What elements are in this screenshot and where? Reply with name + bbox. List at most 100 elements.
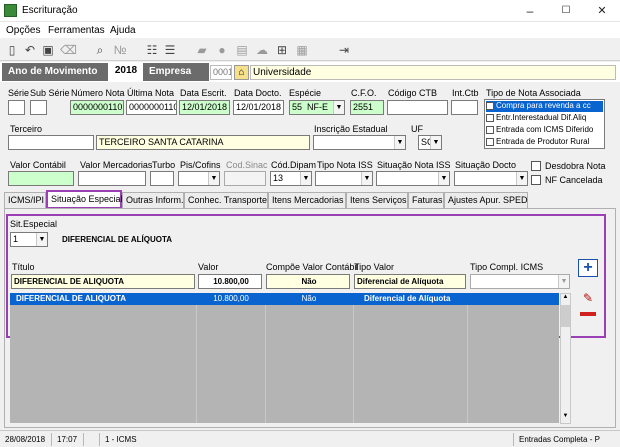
numero-nota-input[interactable]: 0000000110 <box>70 100 124 115</box>
desdobra-checkbox[interactable] <box>531 161 541 171</box>
checkbox-icon[interactable] <box>486 137 494 146</box>
subserie-input[interactable] <box>30 100 47 115</box>
tipo-nota-assoc-list[interactable]: Compra para revenda a cc Entr.Interestad… <box>484 99 605 149</box>
edit-icon[interactable]: ✎ <box>580 291 596 305</box>
new-icon[interactable]: ▯ <box>4 42 20 58</box>
tipo-nota-assoc-label: Tipo de Nota Associada <box>486 88 581 98</box>
delete-icon[interactable]: ⌫ <box>60 42 77 58</box>
tab-itens-mercadorias[interactable]: Itens Mercadorias <box>268 192 346 208</box>
data-escrit-input[interactable]: 12/01/2018 <box>179 100 230 115</box>
ano-value[interactable]: 2018 <box>109 64 141 80</box>
save-icon[interactable]: ▣ <box>40 42 56 58</box>
cashier-icon[interactable]: ⊞ <box>274 42 290 58</box>
tab-icms-ipi[interactable]: ICMS/IPI <box>4 192 46 208</box>
valor-contabil-input[interactable] <box>8 171 74 186</box>
list-item[interactable]: Entrada de Produtor Rural <box>486 137 603 148</box>
list-item[interactable]: Compra para revenda a cc <box>486 101 603 112</box>
minimize-button[interactable]: – <box>512 0 548 22</box>
subserie-label: Sub Série <box>30 88 70 98</box>
chevron-down-icon[interactable]: ▼ <box>438 172 449 185</box>
tab-ajustes-sped[interactable]: Ajustes Apur. SPED <box>444 192 528 208</box>
chevron-down-icon[interactable]: ▼ <box>394 136 405 149</box>
serie-input[interactable] <box>8 100 25 115</box>
apple-icon[interactable]: ● <box>214 42 230 58</box>
chevron-down-icon[interactable]: ▼ <box>558 275 569 288</box>
remove-icon[interactable] <box>580 312 596 316</box>
terceiro-label: Terceiro <box>10 124 43 134</box>
int-ctb-input[interactable] <box>451 100 478 115</box>
sit-especial-select[interactable]: 1 ▼ <box>10 232 48 247</box>
data-docto-input[interactable]: 12/01/2018 <box>233 100 284 115</box>
cfo-input[interactable]: 2551 <box>350 100 384 115</box>
chevron-down-icon[interactable]: ▼ <box>430 136 441 149</box>
grid-icon[interactable]: ▦ <box>294 42 310 58</box>
compoe-input[interactable]: Não <box>266 274 350 289</box>
nf-cancelada-checkbox[interactable] <box>531 175 541 185</box>
valor-mercadorias-label: Valor Mercadorias <box>80 160 153 170</box>
chevron-down-icon[interactable]: ▼ <box>36 233 47 246</box>
checkbox-icon[interactable] <box>486 113 494 122</box>
pis-cofins-select[interactable]: ▼ <box>178 171 220 186</box>
row-compoe: Não <box>301 294 317 303</box>
tipo-nota-iss-select[interactable]: ▼ <box>315 171 373 186</box>
list-icon[interactable]: ☰ <box>162 42 178 58</box>
situacao-nota-iss-select[interactable]: ▼ <box>376 171 450 186</box>
menu-ferramentas[interactable]: Ferramentas <box>48 25 105 36</box>
checkbox-icon[interactable] <box>486 101 494 110</box>
grid-line <box>196 305 197 423</box>
tab-situacao-especial[interactable]: Situação Especial <box>46 190 123 209</box>
compoe-label: Compõe Valor Contábil <box>266 262 359 272</box>
nfe-icon[interactable]: № <box>112 42 128 58</box>
especie-select[interactable]: 55 NF-E ▼ <box>289 100 345 115</box>
status-time: 17:07 <box>54 433 84 446</box>
valor-input[interactable]: 10.800,00 <box>198 274 262 289</box>
empresa-code[interactable]: 0001 <box>210 65 232 80</box>
codigo-ctb-input[interactable] <box>387 100 448 115</box>
tree-icon[interactable]: ☷ <box>144 42 160 58</box>
uf-select[interactable]: SC ▼ <box>418 135 442 150</box>
terceiro-code-input[interactable] <box>8 135 94 150</box>
tab-outras-inform[interactable]: Outras Inform. <box>122 192 184 208</box>
table-row[interactable]: DIFERENCIAL DE ALIQUOTA 10.800,00 Não Di… <box>10 293 559 305</box>
grid-scrollbar[interactable]: ▲ ▼ <box>560 293 571 424</box>
checkbox-icon[interactable] <box>486 125 494 134</box>
valor-mercadorias-input[interactable] <box>78 171 146 186</box>
close-button[interactable]: ✕ <box>584 0 620 22</box>
empresa-name: Universidade <box>250 65 616 80</box>
cloud-icon[interactable]: ☁ <box>254 42 270 58</box>
stack-icon[interactable]: ▤ <box>234 42 250 58</box>
tab-faturas[interactable]: Faturas <box>408 192 444 208</box>
chevron-down-icon[interactable]: ▼ <box>361 172 372 185</box>
chevron-down-icon[interactable]: ▼ <box>300 172 311 185</box>
scroll-thumb[interactable] <box>561 305 570 327</box>
chevron-down-icon[interactable]: ▼ <box>333 101 344 114</box>
list-item[interactable]: Entrada com ICMS Diferido <box>486 125 603 136</box>
menu-opcoes[interactable]: Opções <box>6 25 40 36</box>
scroll-down-icon[interactable]: ▼ <box>561 413 570 423</box>
chevron-down-icon[interactable]: ▼ <box>208 172 219 185</box>
inscricao-select[interactable]: ▼ <box>313 135 406 150</box>
exit-icon[interactable]: ⇥ <box>336 42 352 58</box>
preview-icon[interactable]: ⌕ <box>92 42 108 58</box>
folder-icon[interactable]: ▰ <box>194 42 210 58</box>
turbo-input[interactable] <box>150 171 174 186</box>
tipo-compl-select[interactable]: ▼ <box>470 274 570 289</box>
tab-itens-servicos[interactable]: Itens Serviços <box>346 192 408 208</box>
ultima-nota-input: 0000000110 <box>126 100 177 115</box>
scroll-up-icon[interactable]: ▲ <box>561 294 570 304</box>
list-item[interactable]: Entr.Interestadual Dif.Aliq <box>486 113 603 124</box>
situacao-docto-select[interactable]: ▼ <box>454 171 528 186</box>
tab-conhec-transporte[interactable]: Conhec. Transporte <box>184 192 268 208</box>
cod-dipam-select[interactable]: 13 ▼ <box>270 171 312 186</box>
titulo-input[interactable]: DIFERENCIAL DE ALIQUOTA <box>11 274 195 289</box>
maximize-button[interactable]: ☐ <box>548 0 584 22</box>
menu-ajuda[interactable]: Ajuda <box>110 25 136 36</box>
tipo-valor-input[interactable]: Diferencial de Alíquota <box>354 274 466 289</box>
codigo-ctb-label: Código CTB <box>388 88 438 98</box>
valor-contabil-label: Valor Contábil <box>10 160 66 170</box>
grid-line <box>353 305 354 423</box>
chevron-down-icon[interactable]: ▼ <box>516 172 527 185</box>
add-icon[interactable]: + <box>578 259 598 277</box>
undo-icon[interactable]: ↶ <box>22 42 38 58</box>
folder-open-icon[interactable]: ⌂ <box>234 65 249 80</box>
